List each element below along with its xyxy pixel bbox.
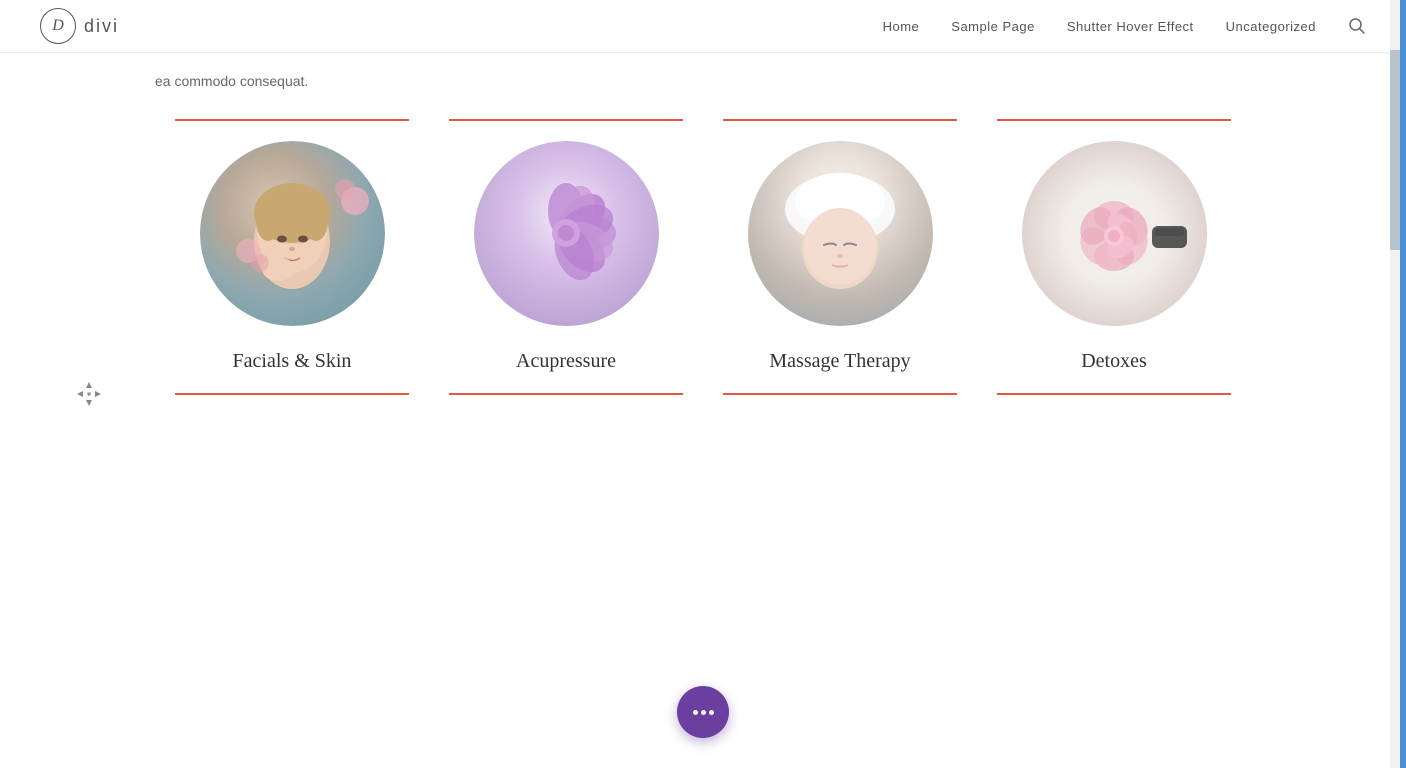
logo-icon: D bbox=[40, 8, 76, 44]
search-button[interactable] bbox=[1348, 17, 1366, 35]
dot-1 bbox=[693, 710, 698, 715]
card-massage[interactable]: Massage Therapy bbox=[703, 119, 977, 395]
services-section: Facials & Skin bbox=[155, 99, 1251, 435]
card-top-line-acupressure bbox=[449, 119, 683, 121]
acupressure-illustration bbox=[474, 141, 659, 326]
cards-grid: Facials & Skin bbox=[155, 119, 1251, 395]
chat-bubble-button[interactable] bbox=[677, 686, 729, 738]
massage-illustration bbox=[748, 141, 933, 326]
search-icon bbox=[1348, 17, 1366, 35]
facials-illustration bbox=[200, 141, 385, 326]
card-bottom-line-facials bbox=[175, 393, 409, 395]
intro-text: ea commodo consequat. bbox=[155, 53, 1251, 99]
card-image-detoxes bbox=[1022, 141, 1207, 326]
dot-2 bbox=[701, 710, 706, 715]
nav-item-sample-page[interactable]: Sample Page bbox=[951, 19, 1035, 34]
card-bottom-line-detoxes bbox=[997, 393, 1231, 395]
card-image-massage bbox=[748, 141, 933, 326]
card-acupressure[interactable]: Acupressure bbox=[429, 119, 703, 395]
logo[interactable]: D divi bbox=[40, 8, 119, 44]
main-nav: Home Sample Page Shutter Hover Effect Un… bbox=[883, 17, 1366, 35]
card-top-line-facials bbox=[175, 119, 409, 121]
card-title-acupressure: Acupressure bbox=[516, 350, 616, 373]
nav-item-uncategorized[interactable]: Uncategorized bbox=[1226, 19, 1316, 34]
card-image-acupressure bbox=[474, 141, 659, 326]
site-header: D divi Home Sample Page Shutter Hover Ef… bbox=[0, 0, 1406, 53]
move-cursor-icon bbox=[75, 380, 103, 414]
card-top-line-massage bbox=[723, 119, 957, 121]
detoxes-illustration bbox=[1022, 141, 1207, 326]
right-edge-bar bbox=[1400, 0, 1406, 768]
dot-3 bbox=[709, 710, 714, 715]
card-detoxes[interactable]: Detoxes bbox=[977, 119, 1251, 395]
card-bottom-line-acupressure bbox=[449, 393, 683, 395]
card-bottom-line-massage bbox=[723, 393, 957, 395]
logo-text: divi bbox=[84, 16, 119, 37]
nav-item-home[interactable]: Home bbox=[883, 19, 920, 34]
card-title-detoxes: Detoxes bbox=[1081, 350, 1147, 373]
chat-bubble-dots bbox=[693, 710, 714, 715]
page-content: ea commodo consequat. bbox=[0, 53, 1406, 435]
card-top-line-detoxes bbox=[997, 119, 1231, 121]
card-title-massage: Massage Therapy bbox=[769, 350, 910, 373]
card-title-facials: Facials & Skin bbox=[233, 350, 352, 373]
nav-item-shutter-hover[interactable]: Shutter Hover Effect bbox=[1067, 19, 1194, 34]
card-image-facials bbox=[200, 141, 385, 326]
card-facials[interactable]: Facials & Skin bbox=[155, 119, 429, 395]
